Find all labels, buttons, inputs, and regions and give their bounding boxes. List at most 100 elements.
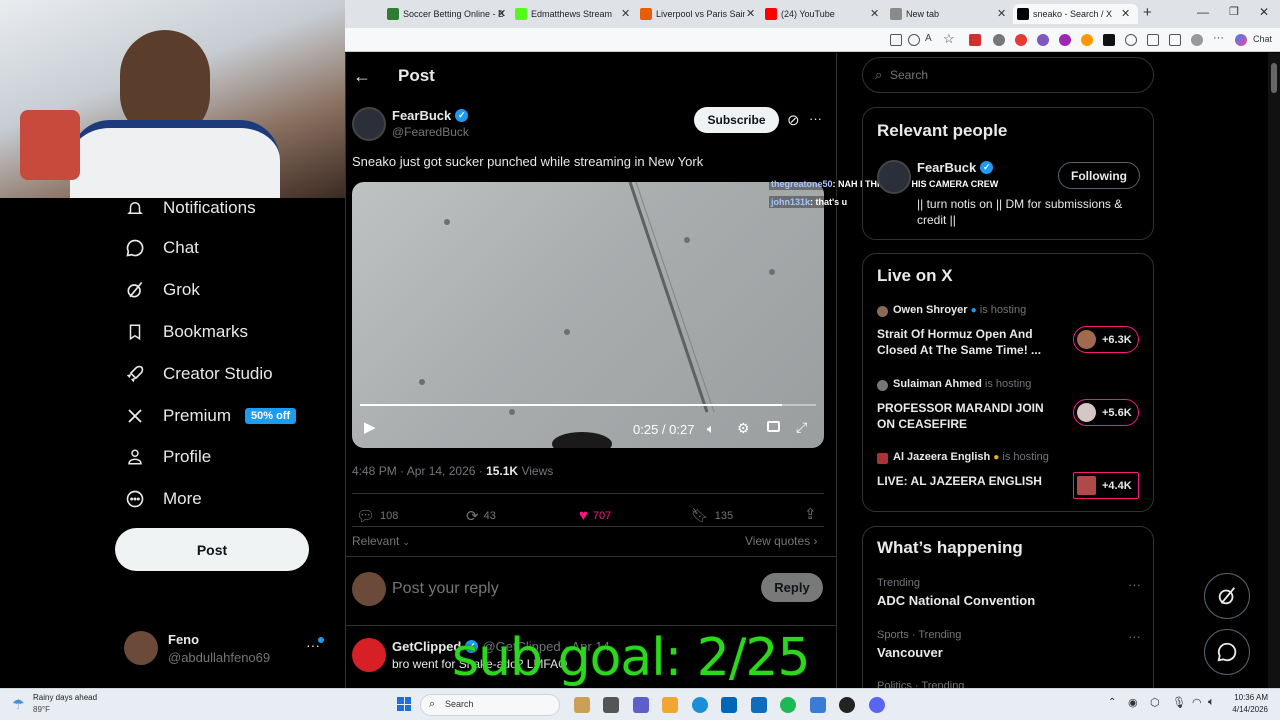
bookmark-action[interactable]: 🔖︎ 135: [691, 507, 733, 524]
outlook-icon[interactable]: [751, 697, 767, 713]
new-tab-button[interactable]: +: [1143, 4, 1152, 21]
view-quotes-link[interactable]: View quotes ›: [745, 534, 818, 548]
collections-icon[interactable]: [1169, 34, 1181, 46]
play-icon[interactable]: ▶: [364, 418, 376, 436]
tab-close-icon[interactable]: ✕: [746, 7, 755, 20]
person-avatar[interactable]: [877, 160, 911, 194]
back-arrow-icon[interactable]: ←: [353, 66, 371, 87]
browser-tab[interactable]: New tab: [890, 4, 990, 24]
live-listeners-pill[interactable]: +5.6K: [1073, 399, 1139, 426]
weather-title[interactable]: Rainy days ahead: [33, 693, 97, 702]
live-item[interactable]: Al Jazeera English ● is hosting LIVE: AL…: [877, 451, 1147, 506]
post-timestamp[interactable]: 4:48 PM · Apr 14, 2026 ·: [352, 464, 486, 478]
trend-item[interactable]: Trending ADC National Convention ···: [877, 577, 1147, 617]
messages-floating-button[interactable]: [1204, 629, 1250, 675]
adblock-icon[interactable]: [1015, 34, 1027, 46]
clock-date[interactable]: 4/14/2026: [1224, 705, 1268, 714]
author-handle[interactable]: @FearedBuck: [392, 125, 469, 139]
person-name-row[interactable]: FearBuck ✓: [917, 160, 994, 175]
repost-action[interactable]: ⟳ 43: [466, 507, 496, 525]
read-aloud-icon[interactable]: A: [925, 33, 932, 44]
grok-floating-button[interactable]: [1204, 573, 1250, 619]
tab-close-icon[interactable]: ✕: [621, 7, 630, 20]
page-scrollbar[interactable]: [1268, 53, 1280, 688]
like-action[interactable]: ♥ 707: [579, 507, 611, 524]
taskbar-app-icon[interactable]: [574, 697, 590, 713]
sidebar-item-premium[interactable]: Premium 50% off: [125, 406, 297, 426]
scrollbar-thumb[interactable]: [1271, 63, 1277, 93]
live-item[interactable]: Owen Shroyer ● is hosting Strait Of Horm…: [877, 304, 1147, 364]
tray-icon[interactable]: ⬡: [1150, 696, 1160, 709]
search-input[interactable]: [890, 64, 1140, 86]
sidebar-item-creator-studio[interactable]: Creator Studio: [125, 364, 273, 384]
sort-dropdown[interactable]: Relevant ⌄: [352, 534, 410, 548]
tray-icon[interactable]: ◉: [1128, 696, 1138, 709]
browser-tab-active[interactable]: sneako - Search / X: [1013, 4, 1138, 24]
trend-more-icon[interactable]: ···: [1128, 629, 1141, 644]
microphone-icon[interactable]: 🎙︎: [1172, 696, 1186, 709]
live-listeners-pill[interactable]: +4.4K: [1073, 472, 1139, 499]
post-button[interactable]: Post: [115, 528, 309, 571]
tab-close-icon[interactable]: ✕: [497, 7, 506, 20]
reply-author-name[interactable]: GetClipped: [392, 639, 461, 654]
apps-icon[interactable]: [890, 34, 902, 46]
extension-icon[interactable]: [1103, 34, 1115, 46]
following-button[interactable]: Following: [1058, 162, 1140, 189]
live-listeners-pill[interactable]: +6.3K: [1073, 326, 1139, 353]
browser-tab[interactable]: (24) YouTube: [765, 4, 865, 24]
zoom-icon[interactable]: [908, 34, 920, 46]
tab-close-icon[interactable]: ✕: [1121, 7, 1130, 20]
teams-icon[interactable]: [633, 697, 649, 713]
extension-icon[interactable]: [1059, 34, 1071, 46]
sidebar-item-notifications[interactable]: Notifications: [125, 198, 256, 218]
store-icon[interactable]: [721, 697, 737, 713]
split-screen-icon[interactable]: [1147, 34, 1159, 46]
fullscreen-icon[interactable]: ⤢: [796, 419, 807, 436]
post-menu-icon[interactable]: ···: [809, 111, 822, 126]
trend-item[interactable]: Sports · Trending Vancouver ···: [877, 629, 1147, 669]
copilot-chat-label[interactable]: Chat: [1253, 34, 1272, 44]
extensions-puzzle-icon[interactable]: [1125, 34, 1137, 46]
minimize-icon[interactable]: —: [1197, 5, 1209, 19]
reply-button[interactable]: Reply: [761, 573, 823, 602]
windows-start-icon[interactable]: [397, 697, 411, 711]
settings-gear-icon[interactable]: ⚙: [737, 420, 750, 437]
search-box[interactable]: ⌕: [862, 57, 1154, 93]
reply-action[interactable]: 💬︎ 108: [356, 507, 398, 525]
sidebar-item-chat[interactable]: Chat: [125, 238, 199, 258]
extension-icon[interactable]: [1037, 34, 1049, 46]
subscribe-button[interactable]: Subscribe: [694, 107, 779, 133]
menu-dots-icon[interactable]: ···: [1213, 32, 1224, 44]
copilot-icon[interactable]: [1235, 34, 1247, 46]
favorite-star-icon[interactable]: ☆: [943, 31, 955, 47]
browser-tab[interactable]: Edmatthews Stream: [515, 4, 620, 24]
extension-icon[interactable]: [969, 34, 981, 46]
sidebar-item-profile[interactable]: Profile: [125, 447, 211, 467]
file-explorer-icon[interactable]: [662, 697, 678, 713]
browser-tab[interactable]: Liverpool vs Paris Saint-G: [640, 4, 745, 24]
taskbar-app-icon[interactable]: [810, 697, 826, 713]
trend-more-icon[interactable]: ···: [1128, 577, 1141, 592]
wifi-icon[interactable]: ◠: [1192, 696, 1202, 709]
tab-close-icon[interactable]: ✕: [997, 7, 1006, 20]
extension-icon[interactable]: [1081, 34, 1093, 46]
discord-icon[interactable]: [869, 697, 885, 713]
sidebar-item-bookmarks[interactable]: Bookmarks: [125, 322, 248, 342]
browser-tab[interactable]: Soccer Betting Online - B: [387, 4, 507, 24]
edge-icon[interactable]: [692, 697, 708, 713]
profile-icon[interactable]: [1191, 34, 1203, 46]
extension-icon[interactable]: [993, 34, 1005, 46]
video-player[interactable]: ▶ 0:25 / 0:27 🔈︎ ⚙ ⤢: [352, 182, 824, 448]
sidebar-item-more[interactable]: More: [125, 489, 202, 509]
spotify-icon[interactable]: [780, 697, 796, 713]
account-switcher[interactable]: Feno @abdullahfeno69 ···: [124, 631, 334, 671]
tray-chevron-icon[interactable]: ⌃: [1108, 697, 1116, 708]
live-item[interactable]: Sulaiman Ahmed is hosting PROFESSOR MARA…: [877, 378, 1147, 438]
reply-author-avatar[interactable]: [352, 638, 386, 672]
volume-icon[interactable]: 🔈︎: [707, 421, 715, 437]
author-avatar[interactable]: [352, 107, 386, 141]
tab-close-icon[interactable]: ✕: [870, 7, 879, 20]
video-scrubber[interactable]: [360, 404, 816, 406]
author-name-row[interactable]: FearBuck ✓: [392, 108, 469, 123]
volume-icon[interactable]: 🔈︎: [1208, 696, 1215, 709]
